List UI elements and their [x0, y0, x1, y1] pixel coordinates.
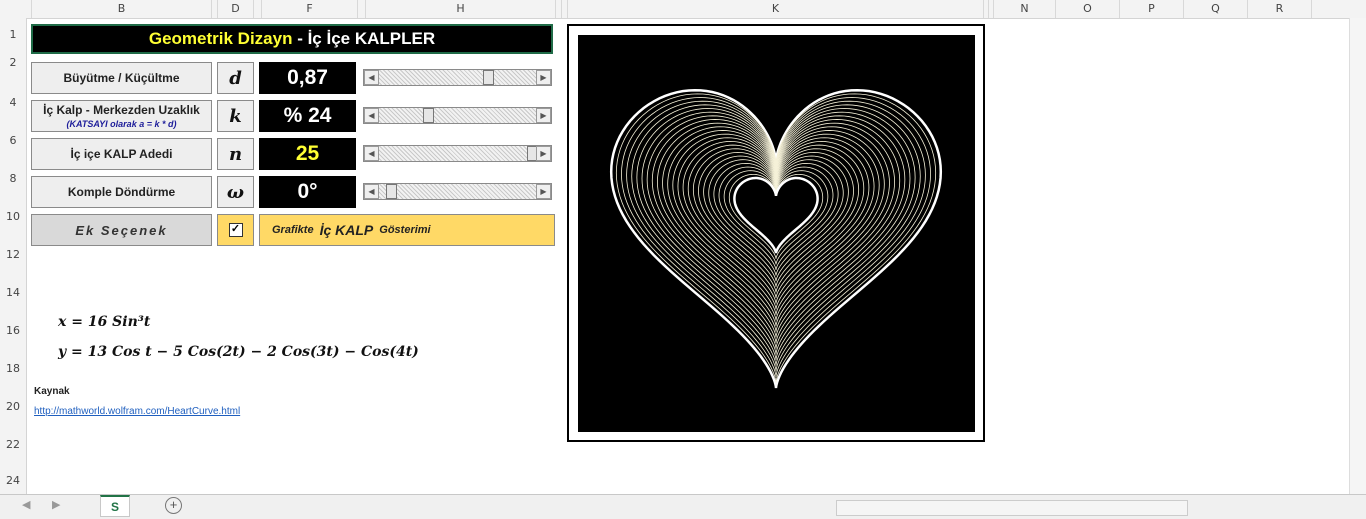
rotate-label: Komple Döndürme — [31, 176, 212, 208]
heart-curve — [651, 119, 901, 344]
offset-label-text: İç Kalp - Merkezden Uzaklık — [43, 103, 200, 117]
row-header-6[interactable]: 6 — [0, 134, 26, 147]
arrow-left-icon[interactable]: ◀ — [364, 70, 379, 85]
offset-label-sub: (KATSAYI olarak a = k * d) — [66, 119, 177, 129]
row-header-10[interactable]: 10 — [0, 210, 26, 223]
column-header-h[interactable]: H — [366, 0, 556, 18]
row-header: 1 2 4 6 8 10 12 14 16 18 20 22 24 — [0, 18, 27, 494]
column-header-o[interactable]: O — [1056, 0, 1120, 18]
arrow-left-icon[interactable]: ◀ — [364, 146, 379, 161]
slider-omega[interactable]: ◀ ▶ — [363, 183, 552, 200]
row-header-16[interactable]: 16 — [0, 324, 26, 337]
column-header-r[interactable]: R — [1248, 0, 1312, 18]
add-sheet-icon[interactable]: + — [165, 497, 182, 514]
heart-curve — [631, 104, 921, 366]
row-header-4[interactable]: 4 — [0, 96, 26, 109]
scale-label: Büyütme / Küçültme — [31, 62, 212, 94]
column-header: BDFHKNOPQR — [0, 0, 1366, 19]
heart-curves — [609, 88, 943, 389]
horizontal-scrollbar[interactable] — [836, 500, 1188, 516]
column-header-p[interactable]: P — [1120, 0, 1184, 18]
symbol-k: k — [217, 100, 254, 132]
value-omega[interactable]: 0° — [259, 176, 356, 208]
value-d[interactable]: 0,87 — [259, 62, 356, 94]
title-sep: - — [292, 29, 308, 48]
row-header-8[interactable]: 8 — [0, 172, 26, 185]
source-label: Kaynak — [34, 386, 70, 397]
vertical-scrollbar[interactable] — [1349, 18, 1366, 494]
arrow-right-icon[interactable]: ▶ — [536, 146, 551, 161]
arrow-left-icon[interactable]: ◀ — [364, 184, 379, 199]
slider-k[interactable]: ◀ ▶ — [363, 107, 552, 124]
column-header-k[interactable]: K — [568, 0, 984, 18]
column-header-n[interactable]: N — [994, 0, 1056, 18]
value-k[interactable]: % 24 — [259, 100, 356, 132]
count-label: İç içe KALP Adedi — [31, 138, 212, 170]
slider-thumb[interactable] — [423, 108, 435, 123]
rotate-label-text: Komple Döndürme — [67, 185, 176, 199]
arrow-right-icon[interactable]: ▶ — [536, 108, 551, 123]
slider-thumb[interactable] — [386, 184, 398, 199]
slider-n[interactable]: ◀ ▶ — [363, 145, 552, 162]
column-header-q[interactable]: Q — [1184, 0, 1248, 18]
formula-y: y = 13 Cos t − 5 Cos(2t) − 2 Cos(3t) − C… — [58, 344, 419, 360]
symbol-omega: ω — [217, 176, 254, 208]
option-pre: Grafikte — [272, 224, 314, 236]
slider-d[interactable]: ◀ ▶ — [363, 69, 552, 86]
count-label-text: İç içe KALP Adedi — [70, 147, 173, 161]
heart-chart[interactable] — [567, 24, 985, 442]
title-part2: İç İçe KALPLER — [307, 29, 436, 48]
option-big: İç KALP — [319, 222, 374, 238]
extra-options-button[interactable]: Ek Seçenek — [31, 214, 212, 246]
arrow-left-icon[interactable]: ◀ — [364, 108, 379, 123]
scale-label-text: Büyütme / Küçültme — [63, 71, 180, 85]
title-part1: Geometrik Dizayn — [148, 29, 293, 48]
value-n[interactable]: 25 — [259, 138, 356, 170]
option-post: Gösterimi — [379, 224, 431, 236]
slider-thumb[interactable] — [482, 70, 494, 85]
inner-heart-checkbox-cell[interactable]: ✓ — [217, 214, 254, 246]
tab-scroll-right-icon[interactable]: ▶ — [52, 498, 60, 511]
row-header-18[interactable]: 18 — [0, 362, 26, 375]
symbol-n: n — [217, 138, 254, 170]
chart-plot-area — [578, 35, 975, 432]
column-header-d[interactable]: D — [218, 0, 254, 18]
sheet-tab[interactable]: S — [100, 495, 130, 517]
column-header-g[interactable] — [358, 0, 366, 18]
row-header-24[interactable]: 24 — [0, 474, 26, 487]
row-header-1[interactable]: 1 — [0, 28, 26, 41]
formula-x: x = 16 Sin³t — [58, 314, 151, 330]
offset-label: İç Kalp - Merkezden Uzaklık (KATSAYI ola… — [31, 100, 212, 132]
arrow-right-icon[interactable]: ▶ — [536, 70, 551, 85]
source-link[interactable]: http://mathworld.wolfram.com/HeartCurve.… — [34, 406, 240, 417]
row-header-2[interactable]: 2 — [0, 56, 26, 69]
column-header-b[interactable]: B — [32, 0, 212, 18]
row-header-14[interactable]: 14 — [0, 286, 26, 299]
column-header-e[interactable] — [254, 0, 262, 18]
heart-curve — [609, 88, 943, 389]
row-header-20[interactable]: 20 — [0, 400, 26, 413]
inner-heart-option: Grafikte İç KALP Gösterimi — [259, 214, 555, 246]
row-header-22[interactable]: 22 — [0, 438, 26, 451]
symbol-d: d — [217, 62, 254, 94]
inner-heart-checkbox[interactable]: ✓ — [228, 223, 243, 237]
row-header-12[interactable]: 12 — [0, 248, 26, 261]
sheet-title[interactable]: Geometrik Dizayn - İç İçe KALPLER — [31, 24, 553, 54]
column-header-f[interactable]: F — [262, 0, 358, 18]
heart-curve — [636, 108, 916, 360]
tab-scroll-left-icon[interactable]: ◀ — [22, 498, 30, 511]
arrow-right-icon[interactable]: ▶ — [536, 184, 551, 199]
